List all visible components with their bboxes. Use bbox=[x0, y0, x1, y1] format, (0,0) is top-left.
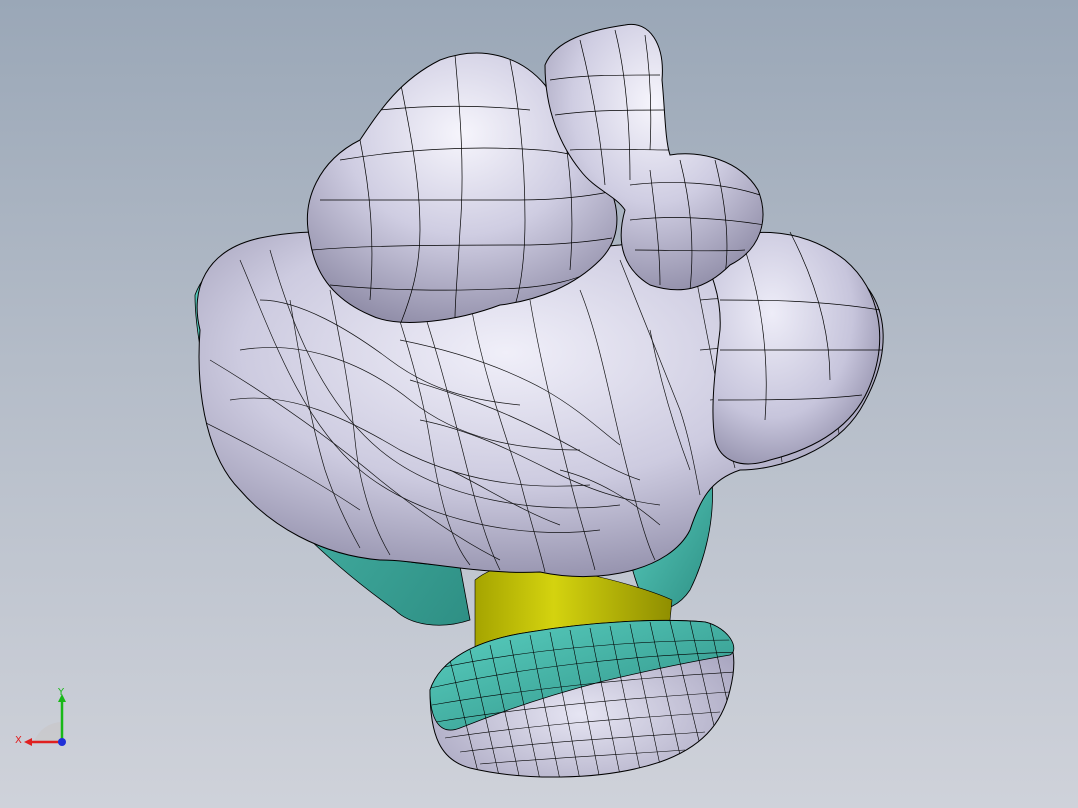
graphics-viewport[interactable]: Y X bbox=[0, 0, 1078, 808]
z-axis-dot-icon bbox=[58, 738, 66, 746]
axis-triad: Y X bbox=[12, 686, 76, 750]
triad-graphic: Y X bbox=[15, 687, 66, 746]
x-axis-label: X bbox=[15, 735, 22, 746]
triad-plane-shading bbox=[34, 722, 62, 742]
y-axis-label: Y bbox=[57, 687, 65, 698]
3d-model[interactable] bbox=[0, 0, 1078, 808]
x-axis-arrow-icon bbox=[24, 738, 32, 746]
